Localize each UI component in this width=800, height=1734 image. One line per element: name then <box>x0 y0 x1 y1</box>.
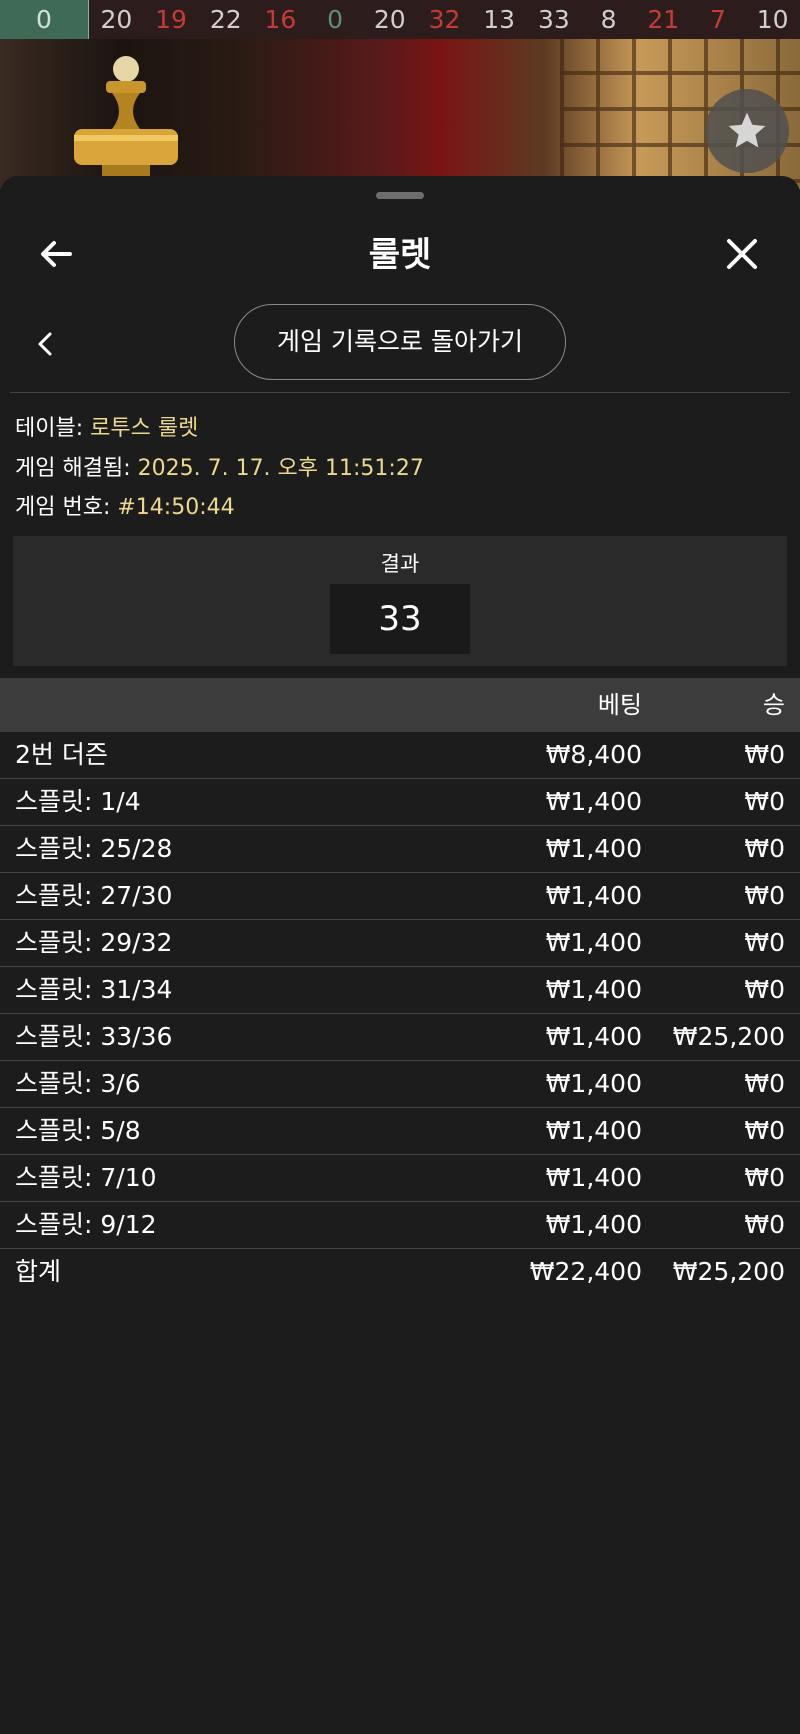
table-header: 베팅 승 <box>0 678 800 732</box>
table-row: 2번 더즌 ₩8,400 ₩0 <box>0 732 800 779</box>
history-number: 13 <box>483 5 516 34</box>
history-nav: 게임 기록으로 돌아가기 <box>0 304 800 384</box>
back-to-history-button[interactable]: 게임 기록으로 돌아가기 <box>234 304 566 380</box>
bet-amount: ₩1,400 <box>545 881 642 910</box>
bet-type: 스플릿: 9/12 <box>15 1210 157 1239</box>
win-amount: ₩0 <box>744 787 785 816</box>
table-row: 스플릿: 1/4 ₩1,400 ₩0 <box>0 779 800 826</box>
win-amount: ₩0 <box>744 881 785 910</box>
bet-type: 스플릿: 25/28 <box>15 834 173 863</box>
table-row: 스플릿: 27/30 ₩1,400 ₩0 <box>0 873 800 920</box>
bet-amount: ₩1,400 <box>545 1069 642 1098</box>
resolved-label: 게임 해결됨: <box>15 456 138 481</box>
history-number: 8 <box>600 5 617 34</box>
bet-amount: ₩8,400 <box>545 740 642 769</box>
game-number-label: 게임 번호: <box>15 495 118 520</box>
game-detail-sheet: 룰렛 게임 기록으로 돌아가기 테이블: 로투스 룰렛 게임 해결됨: 2025… <box>0 176 800 1734</box>
history-number: 20 <box>373 5 406 34</box>
win-amount: ₩0 <box>744 1069 785 1098</box>
wheel-finial-image <box>74 56 178 189</box>
table-row: 스플릿: 33/36 ₩1,400 ₩25,200 <box>0 1014 800 1061</box>
close-icon[interactable] <box>722 234 762 274</box>
sheet-header: 룰렛 <box>0 216 800 296</box>
history-number: 19 <box>155 5 187 34</box>
bet-amount: ₩1,400 <box>545 975 642 1004</box>
table-row: 스플릿: 5/8 ₩1,400 ₩0 <box>0 1108 800 1155</box>
bet-type: 2번 더즌 <box>15 740 108 769</box>
win-amount: ₩0 <box>744 975 785 1004</box>
bet-type: 스플릿: 3/6 <box>15 1069 141 1098</box>
chevron-left-icon[interactable] <box>30 324 60 364</box>
total-bet: ₩22,400 <box>529 1257 642 1286</box>
divider <box>10 392 790 393</box>
sheet-drag-handle[interactable] <box>376 192 424 199</box>
history-number: 16 <box>264 5 297 34</box>
history-number: 7 <box>709 5 726 34</box>
table-row: 스플릿: 31/34 ₩1,400 ₩0 <box>0 967 800 1014</box>
total-row: 합계 ₩22,400 ₩25,200 <box>0 1249 800 1295</box>
history-number: 21 <box>647 5 680 34</box>
live-video-background <box>0 39 800 189</box>
bet-type: 스플릿: 5/8 <box>15 1116 141 1145</box>
resolved-info: 게임 해결됨: 2025. 7. 17. 오후 11:51:27 <box>15 450 424 482</box>
column-header-bet: 베팅 <box>597 691 642 719</box>
win-amount: ₩0 <box>744 834 785 863</box>
win-amount: ₩0 <box>744 740 785 769</box>
back-arrow-icon[interactable] <box>36 234 76 274</box>
history-number: 22 <box>209 5 242 34</box>
resolved-value: 2025. 7. 17. 오후 11:51:27 <box>137 456 424 481</box>
result-label: 결과 <box>380 552 420 576</box>
table-row: 스플릿: 29/32 ₩1,400 ₩0 <box>0 920 800 967</box>
total-win: ₩25,200 <box>672 1257 785 1286</box>
table-value: 로투스 룰렛 <box>90 416 199 441</box>
bet-type: 스플릿: 27/30 <box>15 881 173 910</box>
total-label: 합계 <box>15 1257 62 1286</box>
bet-amount: ₩1,400 <box>545 1210 642 1239</box>
table-row: 스플릿: 7/10 ₩1,400 ₩0 <box>0 1155 800 1202</box>
favorite-button[interactable] <box>705 89 789 173</box>
star-icon <box>728 112 766 148</box>
result-number: 33 <box>330 584 470 654</box>
table-label: 테이블: <box>15 416 91 441</box>
game-number-info: 게임 번호: #14:50:44 <box>15 489 235 521</box>
bet-type: 스플릿: 29/32 <box>15 928 173 957</box>
win-amount: ₩25,200 <box>672 1022 785 1051</box>
history-number: 0 <box>327 5 344 34</box>
result-panel: 결과 33 <box>13 536 787 666</box>
table-row: 스플릿: 9/12 ₩1,400 ₩0 <box>0 1202 800 1249</box>
result-history-strip: 0 20 19 22 16 0 20 32 13 33 8 21 7 10 <box>0 0 800 39</box>
win-amount: ₩0 <box>744 1116 785 1145</box>
bet-type: 스플릿: 7/10 <box>15 1163 157 1192</box>
history-number: 33 <box>537 5 570 34</box>
game-number-value: #14:50:44 <box>117 495 235 520</box>
bet-amount: ₩1,400 <box>545 928 642 957</box>
bet-type: 스플릿: 1/4 <box>15 787 141 816</box>
win-amount: ₩0 <box>744 1163 785 1192</box>
history-number: 32 <box>428 5 461 34</box>
table-row: 스플릿: 3/6 ₩1,400 ₩0 <box>0 1061 800 1108</box>
column-header-win: 승 <box>762 691 785 719</box>
bet-amount: ₩1,400 <box>545 787 642 816</box>
bet-amount: ₩1,400 <box>545 834 642 863</box>
bet-amount: ₩1,400 <box>545 1116 642 1145</box>
history-number: 20 <box>100 5 133 34</box>
table-row: 스플릿: 25/28 ₩1,400 ₩0 <box>0 826 800 873</box>
history-number: 10 <box>756 5 789 34</box>
bet-type: 스플릿: 31/34 <box>15 975 173 1004</box>
table-info: 테이블: 로투스 룰렛 <box>15 410 198 442</box>
history-number: 0 <box>0 0 89 39</box>
bet-amount: ₩1,400 <box>545 1022 642 1051</box>
page-title: 룰렛 <box>368 235 432 275</box>
win-amount: ₩0 <box>744 928 785 957</box>
win-amount: ₩0 <box>744 1210 785 1239</box>
bets-table: 베팅 승 2번 더즌 ₩8,400 ₩0 스플릿: 1/4 ₩1,400 ₩0 스플릿: 2… <box>0 678 800 1295</box>
bet-type: 스플릿: 33/36 <box>15 1022 173 1051</box>
bet-amount: ₩1,400 <box>545 1163 642 1192</box>
